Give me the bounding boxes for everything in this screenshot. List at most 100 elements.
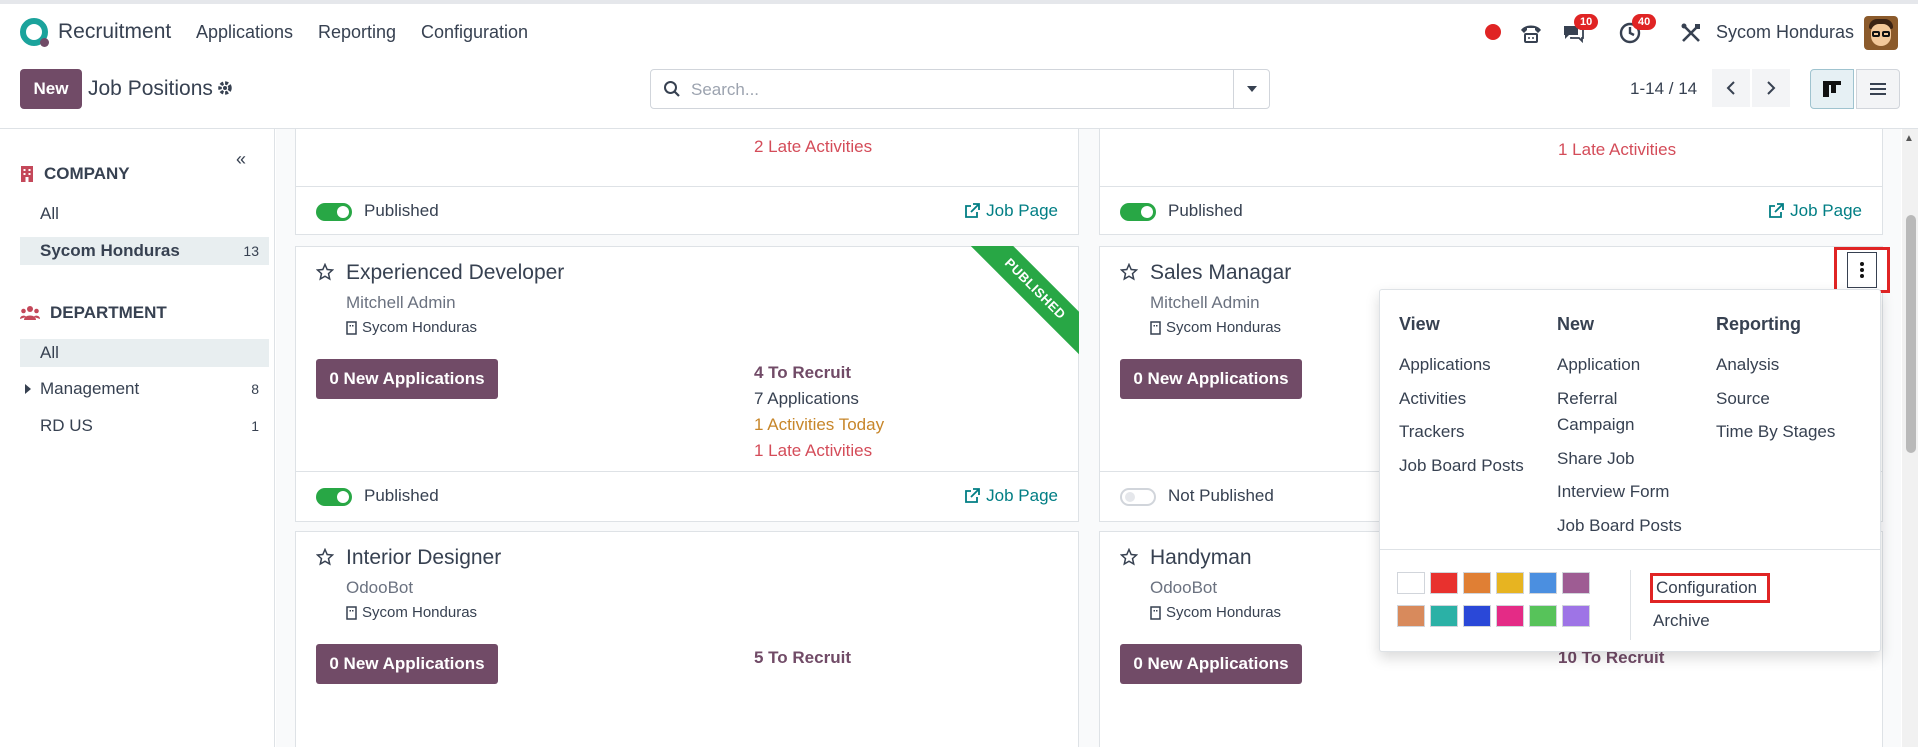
company-section-label: COMPANY: [44, 164, 130, 183]
tools-icon[interactable]: [1678, 20, 1704, 46]
dropdown-reporting-source[interactable]: Source: [1716, 386, 1770, 412]
late-activities[interactable]: 2 Late Activities: [754, 137, 872, 157]
job-title[interactable]: Sales Managar: [1150, 261, 1291, 285]
color-swatch[interactable]: [1496, 605, 1524, 627]
chevron-right-icon: [1767, 81, 1776, 95]
color-swatch[interactable]: [1397, 572, 1425, 594]
new-applications-button[interactable]: 0 New Applications: [316, 644, 498, 684]
job-title[interactable]: Handyman: [1150, 546, 1252, 570]
scroll-up-icon[interactable]: ▲: [1904, 133, 1914, 144]
pager-prev-button[interactable]: [1712, 69, 1750, 107]
job-title[interactable]: Experienced Developer: [346, 261, 564, 285]
job-company-label: Sycom Honduras: [1166, 319, 1282, 336]
search-input[interactable]: Search...: [691, 80, 759, 100]
sidebar-item-label: RD US: [40, 416, 93, 435]
external-link-icon: [1769, 203, 1785, 218]
app-name[interactable]: Recruitment: [58, 20, 171, 44]
menu-reporting[interactable]: Reporting: [318, 22, 396, 43]
search-bar[interactable]: Search...: [650, 69, 1270, 109]
phone-icon[interactable]: [1518, 20, 1544, 46]
dropdown-new-referral[interactable]: Referral: [1557, 386, 1617, 412]
job-page-link[interactable]: Job Page: [964, 201, 1058, 221]
color-swatch[interactable]: [1529, 572, 1557, 594]
sidebar-item-sycom-honduras[interactable]: Sycom Honduras 13: [20, 237, 269, 265]
favorite-star-icon[interactable]: [1119, 547, 1139, 571]
dropdown-configuration[interactable]: Configuration: [1650, 573, 1770, 603]
job-company-label: Sycom Honduras: [1166, 604, 1282, 621]
new-applications-button[interactable]: 0 New Applications: [316, 359, 498, 399]
building-icon: [1150, 605, 1161, 620]
menu-configuration[interactable]: Configuration: [421, 22, 528, 43]
job-title[interactable]: Interior Designer: [346, 546, 501, 570]
sidebar-item-company-all[interactable]: All: [20, 200, 269, 228]
job-page-link[interactable]: Job Page: [1768, 201, 1862, 221]
color-swatch[interactable]: [1496, 572, 1524, 594]
pager-value[interactable]: 1-14 / 14: [1630, 79, 1697, 99]
gear-icon[interactable]: [216, 79, 234, 102]
color-swatch[interactable]: [1463, 605, 1491, 627]
list-view-button[interactable]: [1856, 69, 1900, 109]
color-swatch[interactable]: [1529, 605, 1557, 627]
kanban-view-button[interactable]: [1810, 69, 1854, 109]
new-applications-button[interactable]: 0 New Applications: [1120, 644, 1302, 684]
dropdown-new-job-board-posts[interactable]: Job Board Posts: [1557, 513, 1682, 539]
messages-badge: 10: [1574, 14, 1599, 30]
dropdown-reporting-time-by-stages[interactable]: Time By Stages: [1716, 419, 1835, 445]
publish-toggle[interactable]: [316, 203, 352, 221]
favorite-star-icon[interactable]: [315, 262, 335, 286]
dropdown-new-share-job[interactable]: Share Job: [1557, 446, 1635, 472]
job-card-experienced-developer[interactable]: Experienced Developer Mitchell Admin Syc…: [295, 246, 1079, 522]
dropdown-new-application[interactable]: Application: [1557, 352, 1640, 378]
late-activities[interactable]: 1 Late Activities: [754, 441, 872, 461]
job-card-top-right[interactable]: 1 Late Activities Published Job Page: [1099, 129, 1883, 235]
sidebar-item-management[interactable]: Management 8: [20, 375, 269, 403]
scrollbar-thumb[interactable]: [1906, 215, 1916, 453]
dropdown-new-interview-form[interactable]: Interview Form: [1557, 479, 1669, 505]
collapse-sidebar-icon[interactable]: «: [236, 149, 246, 170]
new-applications-button[interactable]: 0 New Applications: [1120, 359, 1302, 399]
card-options-dropdown: View Applications Activities Trackers Jo…: [1379, 289, 1881, 652]
company-switcher[interactable]: Sycom Honduras: [1716, 22, 1854, 43]
color-swatch[interactable]: [1397, 605, 1425, 627]
card-options-button[interactable]: [1834, 247, 1890, 293]
color-swatch[interactable]: [1430, 605, 1458, 627]
job-responsible: OdooBot: [346, 578, 414, 597]
job-page-link[interactable]: Job Page: [964, 486, 1058, 506]
dropdown-new-campaign[interactable]: Campaign: [1557, 412, 1635, 438]
publish-label: Published: [364, 486, 439, 505]
color-swatch[interactable]: [1562, 605, 1590, 627]
color-swatch[interactable]: [1562, 572, 1590, 594]
dropdown-view-trackers[interactable]: Trackers: [1399, 419, 1465, 445]
pager-next-button[interactable]: [1752, 69, 1790, 107]
publish-toggle[interactable]: [1120, 488, 1156, 506]
publish-toggle[interactable]: [1120, 203, 1156, 221]
search-dropdown-toggle[interactable]: [1233, 70, 1269, 108]
status-dot-icon[interactable]: [1485, 24, 1501, 40]
late-activities[interactable]: 1 Late Activities: [1558, 140, 1676, 160]
dropdown-view-activities[interactable]: Activities: [1399, 386, 1466, 412]
dropdown-archive[interactable]: Archive: [1653, 608, 1710, 634]
new-button[interactable]: New: [20, 69, 82, 109]
user-avatar[interactable]: [1864, 16, 1898, 50]
job-card-interior-designer[interactable]: Interior Designer OdooBot Sycom Honduras…: [295, 531, 1079, 747]
publish-toggle[interactable]: [316, 488, 352, 506]
favorite-star-icon[interactable]: [315, 547, 335, 571]
color-swatch[interactable]: [1463, 572, 1491, 594]
dropdown-view-applications[interactable]: Applications: [1399, 352, 1491, 378]
sidebar-item-rd-us[interactable]: RD US 1: [20, 412, 269, 440]
search-icon: [663, 80, 681, 103]
color-swatch[interactable]: [1430, 572, 1458, 594]
building-icon: [346, 605, 357, 620]
sidebar-item-department-all[interactable]: All: [20, 339, 269, 367]
dropdown-reporting-analysis[interactable]: Analysis: [1716, 352, 1779, 378]
activities-today[interactable]: 1 Activities Today: [754, 415, 884, 435]
sidebar-item-label: Management: [40, 379, 140, 398]
building-icon: [1150, 320, 1161, 335]
menu-applications[interactable]: Applications: [196, 22, 293, 43]
dropdown-view-job-board-posts[interactable]: Job Board Posts: [1399, 453, 1524, 479]
favorite-star-icon[interactable]: [1119, 262, 1139, 286]
job-card-top-left[interactable]: 2 Late Activities Published Job Page: [295, 129, 1079, 235]
external-link-icon: [965, 203, 981, 218]
odoo-app-logo-icon[interactable]: [20, 18, 49, 47]
applications-count[interactable]: 7 Applications: [754, 389, 859, 409]
